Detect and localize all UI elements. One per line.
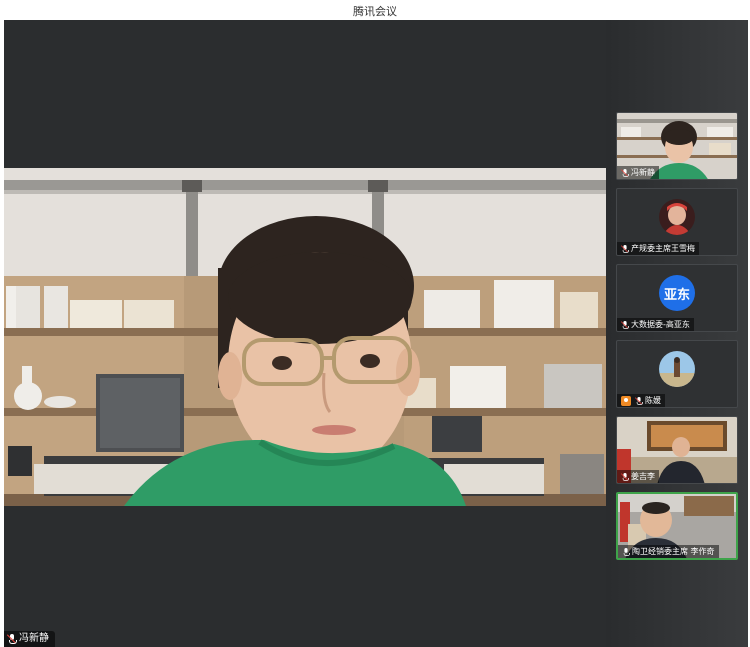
main-stage: 冯新静	[4, 20, 606, 647]
speaker-video-image	[4, 168, 606, 506]
participant-name: 陈媛	[645, 396, 661, 405]
participant-name-tag: 大数据委-高亚东	[617, 318, 694, 331]
participant-name-tag: 姜吉李	[617, 470, 659, 483]
mic-muted-icon	[620, 244, 630, 253]
participant-name: 姜吉李	[631, 472, 655, 481]
meeting-window: 冯新静 冯新静 产规委主席王雪梅 亚东 大数据委-高亚东 陈媛 姜吉李 陶卫经销…	[4, 20, 748, 647]
participant-name: 大数据委-高亚东	[631, 320, 690, 329]
participant-tile-active[interactable]: 陶卫经销委主席 李作奇	[616, 492, 738, 560]
participant-sidebar[interactable]: 冯新静 产规委主席王雪梅 亚东 大数据委-高亚东 陈媛 姜吉李 陶卫经销委主席 …	[606, 20, 748, 647]
mic-muted-icon	[634, 396, 644, 405]
host-icon	[621, 395, 631, 406]
participant-tile[interactable]: 产规委主席王雪梅	[616, 188, 738, 256]
mic-muted-icon	[620, 168, 630, 177]
participant-name: 陶卫经销委主席 李作奇	[632, 547, 715, 556]
participant-name-tag: 冯新静	[617, 166, 659, 179]
mic-muted-icon	[620, 472, 630, 481]
mic-muted-icon	[620, 320, 630, 329]
participant-avatar: 亚东	[659, 275, 695, 311]
speaker-name-tag: 冯新静	[4, 631, 55, 647]
participant-name-tag: 陶卫经销委主席 李作奇	[618, 545, 719, 558]
mic-muted-icon	[6, 634, 17, 644]
participant-avatar	[659, 351, 695, 387]
title-bar: 腾讯会议	[0, 0, 750, 20]
participant-tile[interactable]: 冯新静	[616, 112, 738, 180]
participant-name: 冯新静	[631, 168, 655, 177]
speaker-name: 冯新静	[19, 633, 49, 644]
participant-name-tag: 产规委主席王雪梅	[617, 242, 699, 255]
participant-name: 产规委主席王雪梅	[631, 244, 695, 253]
participant-tile[interactable]: 陈媛	[616, 340, 738, 408]
mic-on-icon	[623, 547, 631, 556]
participant-avatar	[659, 199, 695, 235]
participant-name-tag: 陈媛	[617, 394, 665, 407]
participant-tile[interactable]: 姜吉李	[616, 416, 738, 484]
participant-tile[interactable]: 亚东 大数据委-高亚东	[616, 264, 738, 332]
window-title: 腾讯会议	[353, 5, 397, 18]
speaker-video[interactable]	[4, 168, 606, 506]
